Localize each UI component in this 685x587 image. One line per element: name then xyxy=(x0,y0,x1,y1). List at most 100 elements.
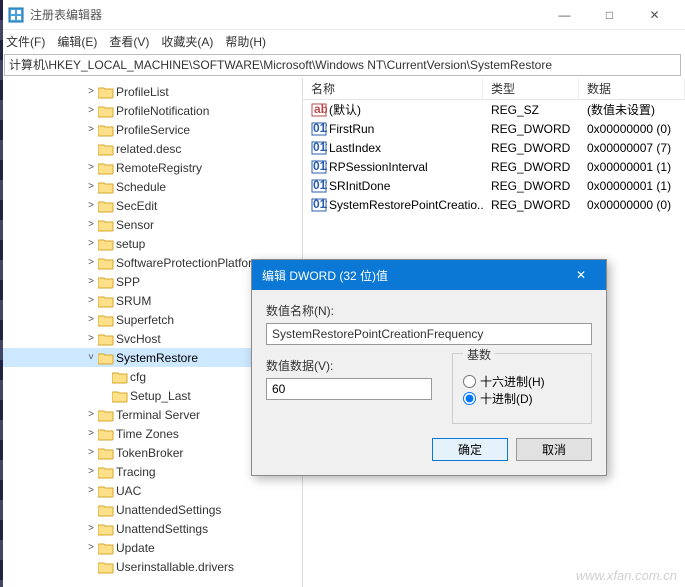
expand-toggle-icon[interactable]: > xyxy=(84,409,98,420)
radio-dec-row[interactable]: 十进制(D) xyxy=(463,390,581,407)
tree-node[interactable]: >RemoteRegistry xyxy=(0,158,302,177)
value-data-label: 数值数据(V): xyxy=(266,357,432,374)
column-name[interactable]: 名称 xyxy=(303,78,483,99)
expand-toggle-icon[interactable]: > xyxy=(84,238,98,249)
tree-node[interactable]: >setup xyxy=(0,234,302,253)
tree-node[interactable]: Userinstallable.drivers xyxy=(0,557,302,576)
app-icon xyxy=(8,7,24,23)
expand-toggle-icon[interactable]: > xyxy=(84,181,98,192)
expand-toggle-icon[interactable]: > xyxy=(84,276,98,287)
tree-node-label: Sensor xyxy=(116,218,154,232)
svg-text:011: 011 xyxy=(313,121,327,135)
dword-value-icon: 011 xyxy=(311,121,327,137)
expand-toggle-icon[interactable]: > xyxy=(84,428,98,439)
value-name: RPSessionInterval xyxy=(329,160,428,174)
radio-hex[interactable] xyxy=(463,375,476,388)
expand-toggle-icon[interactable]: > xyxy=(84,105,98,116)
tree-node-label: Setup_Last xyxy=(130,389,191,403)
dword-value-icon: 011 xyxy=(311,140,327,156)
expand-toggle-icon[interactable]: > xyxy=(84,466,98,477)
svg-text:ab: ab xyxy=(314,102,327,116)
tree-node[interactable]: related.desc xyxy=(0,139,302,158)
expand-toggle-icon[interactable]: > xyxy=(84,295,98,306)
dword-value-icon: 011 xyxy=(311,178,327,194)
tree-node[interactable]: >UnattendSettings xyxy=(0,519,302,538)
value-row[interactable]: 011SystemRestorePointCreatio...REG_DWORD… xyxy=(303,195,685,214)
value-name: SystemRestorePointCreatio... xyxy=(329,198,483,212)
cancel-button[interactable]: 取消 xyxy=(516,438,592,461)
tree-node-label: SRUM xyxy=(116,294,151,308)
value-row[interactable]: 011FirstRunREG_DWORD0x00000000 (0) xyxy=(303,119,685,138)
tree-node-label: Time Zones xyxy=(116,427,179,441)
tree-node-label: TokenBroker xyxy=(116,446,183,460)
tree-node[interactable]: >Update xyxy=(0,538,302,557)
folder-icon xyxy=(98,161,114,175)
value-data: 0x00000000 (0) xyxy=(579,122,685,136)
expand-toggle-icon[interactable]: > xyxy=(84,219,98,230)
expand-toggle-icon[interactable]: > xyxy=(84,333,98,344)
column-data[interactable]: 数据 xyxy=(579,78,685,99)
folder-icon xyxy=(98,275,114,289)
expand-toggle-icon[interactable]: > xyxy=(84,124,98,135)
svg-text:011: 011 xyxy=(313,178,327,192)
svg-text:011: 011 xyxy=(313,159,327,173)
menu-help[interactable]: 帮助(H) xyxy=(225,33,266,50)
folder-icon xyxy=(98,313,114,327)
radio-dec[interactable] xyxy=(463,392,476,405)
tree-node[interactable]: UnattendedSettings xyxy=(0,500,302,519)
expand-toggle-icon[interactable]: > xyxy=(84,257,98,268)
expand-toggle-icon[interactable]: > xyxy=(84,86,98,97)
tree-node[interactable]: > Sensor xyxy=(0,215,302,234)
value-row[interactable]: 011LastIndexREG_DWORD0x00000007 (7) xyxy=(303,138,685,157)
radio-hex-row[interactable]: 十六进制(H) xyxy=(463,373,581,390)
value-name: FirstRun xyxy=(329,122,374,136)
expand-toggle-icon[interactable]: > xyxy=(84,523,98,534)
value-type: REG_DWORD xyxy=(483,198,579,212)
tree-node[interactable]: >UAC xyxy=(0,481,302,500)
menu-favorites[interactable]: 收藏夹(A) xyxy=(161,33,213,50)
close-button[interactable]: ✕ xyxy=(632,1,677,29)
tree-node[interactable]: >Schedule xyxy=(0,177,302,196)
expand-toggle-icon[interactable]: > xyxy=(84,162,98,173)
dialog-titlebar[interactable]: 编辑 DWORD (32 位)值 ✕ xyxy=(252,260,606,290)
value-row[interactable]: 011SRInitDoneREG_DWORD0x00000001 (1) xyxy=(303,176,685,195)
menu-view[interactable]: 查看(V) xyxy=(109,33,149,50)
minimize-button[interactable]: — xyxy=(542,1,587,29)
tree-node-label: related.desc xyxy=(116,142,181,156)
tree-node-label: ProfileNotification xyxy=(116,104,209,118)
folder-icon xyxy=(98,560,114,574)
folder-icon xyxy=(98,237,114,251)
folder-icon xyxy=(98,332,114,346)
folder-icon xyxy=(112,389,128,403)
expand-toggle-icon[interactable]: > xyxy=(84,314,98,325)
folder-icon xyxy=(98,503,114,517)
value-name-label: 数值名称(N): xyxy=(266,302,592,319)
dialog-close-button[interactable]: ✕ xyxy=(566,268,596,282)
tree-node[interactable]: >SecEdit xyxy=(0,196,302,215)
expand-toggle-icon[interactable]: > xyxy=(84,447,98,458)
menu-edit[interactable]: 编辑(E) xyxy=(57,33,97,50)
expand-toggle-icon[interactable]: ˅ xyxy=(84,352,98,363)
tree-node[interactable]: >ProfileService xyxy=(0,120,302,139)
expand-toggle-icon[interactable]: > xyxy=(84,485,98,496)
value-name: LastIndex xyxy=(329,141,381,155)
tree-node[interactable]: > ProfileNotification xyxy=(0,101,302,120)
value-row[interactable]: 011RPSessionIntervalREG_DWORD0x00000001 … xyxy=(303,157,685,176)
value-row[interactable]: ab(默认)REG_SZ(数值未设置) xyxy=(303,100,685,119)
address-bar[interactable]: 计算机\HKEY_LOCAL_MACHINE\SOFTWARE\Microsof… xyxy=(4,54,681,76)
value-name-field xyxy=(266,323,592,345)
value-data: 0x00000007 (7) xyxy=(579,141,685,155)
expand-toggle-icon[interactable]: > xyxy=(84,200,98,211)
menu-file[interactable]: 文件(F) xyxy=(6,33,45,50)
folder-icon xyxy=(98,123,114,137)
value-name: (默认) xyxy=(329,101,361,118)
column-type[interactable]: 类型 xyxy=(483,78,579,99)
value-data: 0x00000001 (1) xyxy=(579,179,685,193)
value-data-field[interactable] xyxy=(266,378,432,400)
expand-toggle-icon[interactable]: > xyxy=(84,542,98,553)
maximize-button[interactable]: □ xyxy=(587,1,632,29)
tree-node-label: SystemRestore xyxy=(116,351,198,365)
tree-node[interactable]: >ProfileList xyxy=(0,82,302,101)
folder-icon xyxy=(98,142,114,156)
ok-button[interactable]: 确定 xyxy=(432,438,508,461)
